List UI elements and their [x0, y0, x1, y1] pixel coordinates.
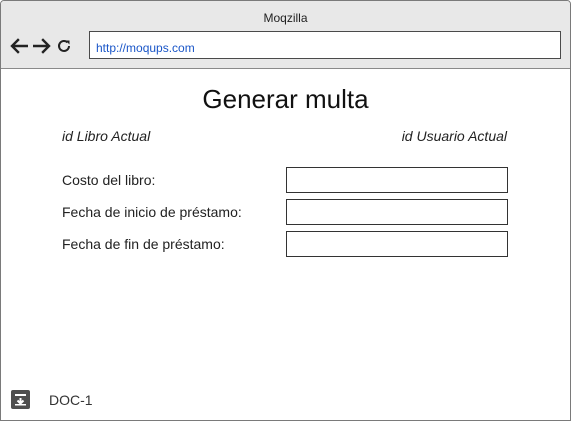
- user-id-label: id Usuario Actual: [401, 128, 507, 144]
- browser-window: Moqzilla http://moqups.com Generar multa…: [0, 0, 571, 421]
- navigation-controls: [10, 34, 72, 58]
- loan-end-date-label: Fecha de fin de préstamo:: [62, 236, 225, 252]
- back-button[interactable]: [10, 38, 28, 54]
- download-box-icon[interactable]: [11, 390, 30, 409]
- book-cost-label: Costo del libro:: [62, 172, 156, 188]
- loan-end-date-field[interactable]: [286, 231, 508, 257]
- arrow-right-icon: [33, 38, 51, 54]
- reload-icon: [58, 39, 70, 52]
- footer-document-label: DOC-1: [49, 392, 93, 408]
- address-bar[interactable]: http://moqups.com: [89, 31, 561, 59]
- window-title: Moqzilla: [263, 11, 308, 25]
- book-id-label: id Libro Actual: [62, 128, 151, 144]
- page-title: Generar multa: [202, 84, 369, 114]
- loan-start-date-label: Fecha de inicio de préstamo:: [62, 204, 242, 220]
- forward-button[interactable]: [33, 38, 51, 54]
- arrow-left-icon: [10, 38, 28, 54]
- reload-button[interactable]: [56, 38, 72, 54]
- browser-chrome: Moqzilla http://moqups.com: [1, 1, 570, 69]
- book-cost-field[interactable]: [286, 167, 508, 193]
- loan-start-date-field[interactable]: [286, 199, 508, 225]
